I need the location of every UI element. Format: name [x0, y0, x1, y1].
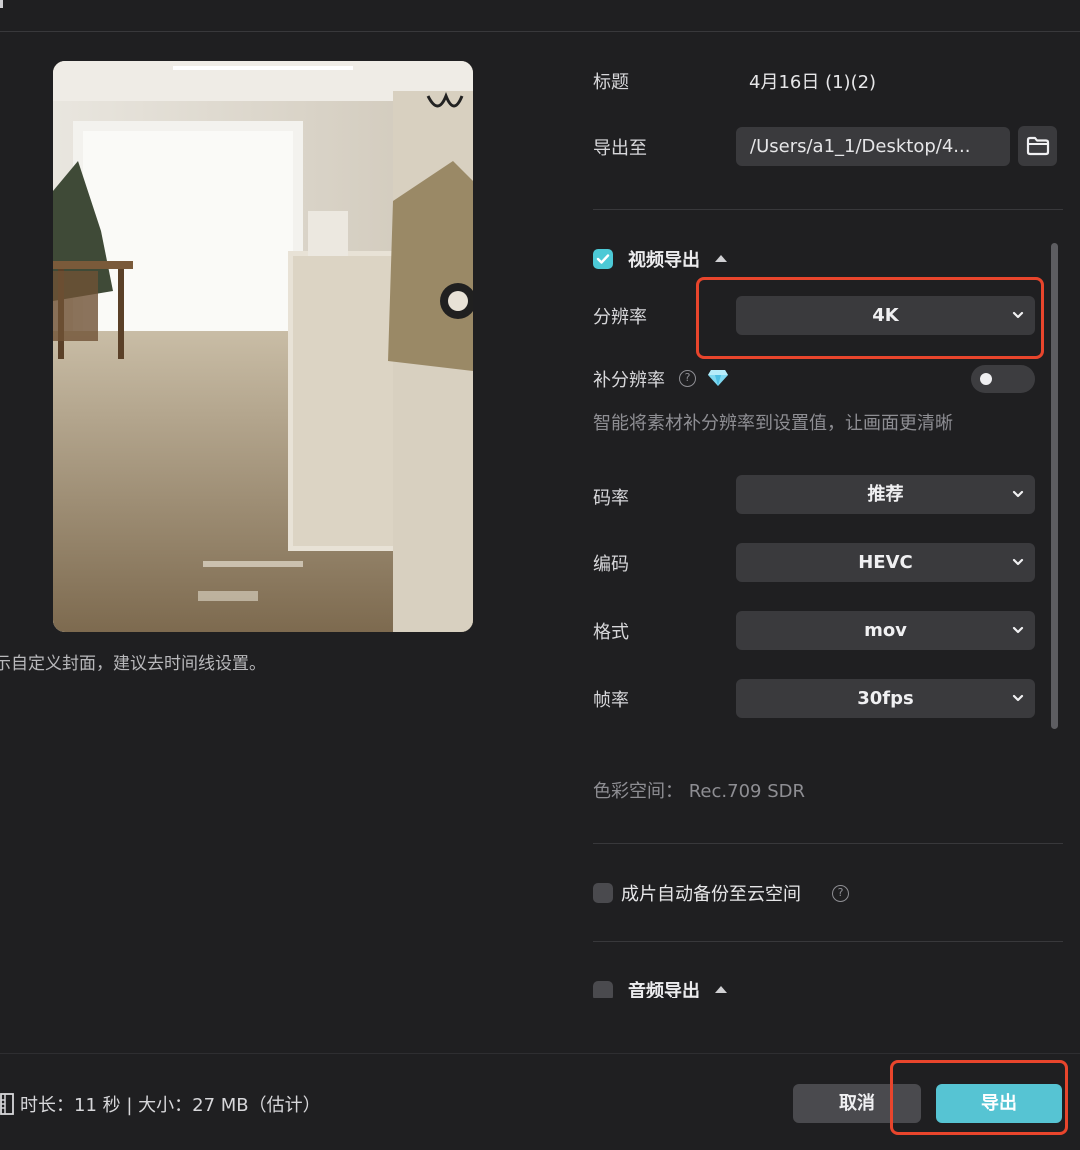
codec-value: HEVC	[858, 552, 913, 573]
browse-folder-button[interactable]	[1018, 126, 1057, 166]
section-divider	[593, 843, 1063, 844]
codec-label: 编码	[593, 554, 629, 575]
title-label: 标题	[593, 72, 629, 93]
resolution-label: 分辨率	[593, 307, 647, 328]
bitrate-select[interactable]: 推荐	[736, 475, 1035, 514]
collapse-caret-icon[interactable]	[715, 986, 727, 993]
cover-hint-text: 示自定义封面，建议去时间线设置。	[0, 654, 266, 674]
help-circle-icon[interactable]: ?	[679, 370, 696, 387]
diamond-icon	[708, 370, 728, 386]
settings-scrollbar[interactable]	[1051, 243, 1058, 729]
export-path-field[interactable]: /Users/a1_1/Desktop/4...	[736, 127, 1010, 166]
help-circle-icon[interactable]: ?	[832, 885, 849, 902]
checkmark-icon	[596, 254, 610, 264]
resolution-value: 4K	[872, 305, 899, 326]
window-edge-marker	[0, 0, 3, 8]
video-export-title[interactable]: 视频导出	[628, 246, 700, 272]
format-select[interactable]: mov	[736, 611, 1035, 650]
folder-icon	[1026, 136, 1049, 156]
cover-preview[interactable]	[53, 61, 473, 632]
color-space-text: 色彩空间： Rec.709 SDR	[593, 781, 805, 802]
chevron-down-icon	[1012, 558, 1024, 566]
header-divider	[0, 31, 1080, 32]
cloud-backup-label[interactable]: 成片自动备份至云空间	[621, 880, 801, 906]
room-photo	[53, 61, 473, 632]
bitrate-value: 推荐	[867, 484, 904, 505]
audio-section-header: 音频导出	[593, 975, 1063, 998]
duration-size-text: 时长：11 秒 | 大小：27 MB（估计）	[20, 1095, 321, 1116]
super-resolution-toggle[interactable]	[971, 365, 1035, 393]
collapse-caret-icon[interactable]	[715, 255, 727, 262]
title-value[interactable]: 4月16日 (1)(2)	[749, 68, 876, 94]
cloud-backup-checkbox[interactable]	[593, 883, 613, 903]
footer-divider	[0, 1053, 1080, 1054]
framerate-value: 30fps	[857, 688, 914, 709]
chevron-down-icon	[1012, 311, 1024, 319]
framerate-label: 帧率	[593, 690, 629, 711]
chevron-down-icon	[1012, 626, 1024, 634]
section-divider	[593, 941, 1063, 942]
export-button[interactable]: 导出	[936, 1084, 1062, 1123]
section-divider	[593, 209, 1063, 210]
audio-export-title[interactable]: 音频导出	[628, 977, 700, 998]
toggle-knob	[980, 373, 992, 385]
audio-export-checkbox[interactable]	[593, 981, 613, 998]
resolution-select[interactable]: 4K	[736, 296, 1035, 335]
export-to-label: 导出至	[593, 138, 647, 159]
export-info: 时长：11 秒 | 大小：27 MB（估计）	[0, 1091, 321, 1117]
chevron-down-icon	[1012, 694, 1024, 702]
format-value: mov	[864, 620, 907, 641]
video-export-checkbox[interactable]	[593, 249, 613, 269]
film-icon	[0, 1093, 14, 1115]
codec-select[interactable]: HEVC	[736, 543, 1035, 582]
format-label: 格式	[593, 622, 629, 643]
super-resolution-label: 补分辨率	[593, 370, 665, 391]
bitrate-label: 码率	[593, 488, 629, 509]
framerate-select[interactable]: 30fps	[736, 679, 1035, 718]
super-resolution-hint: 智能将素材补分辨率到设置值，让画面更清晰	[593, 413, 953, 434]
chevron-down-icon	[1012, 490, 1024, 498]
